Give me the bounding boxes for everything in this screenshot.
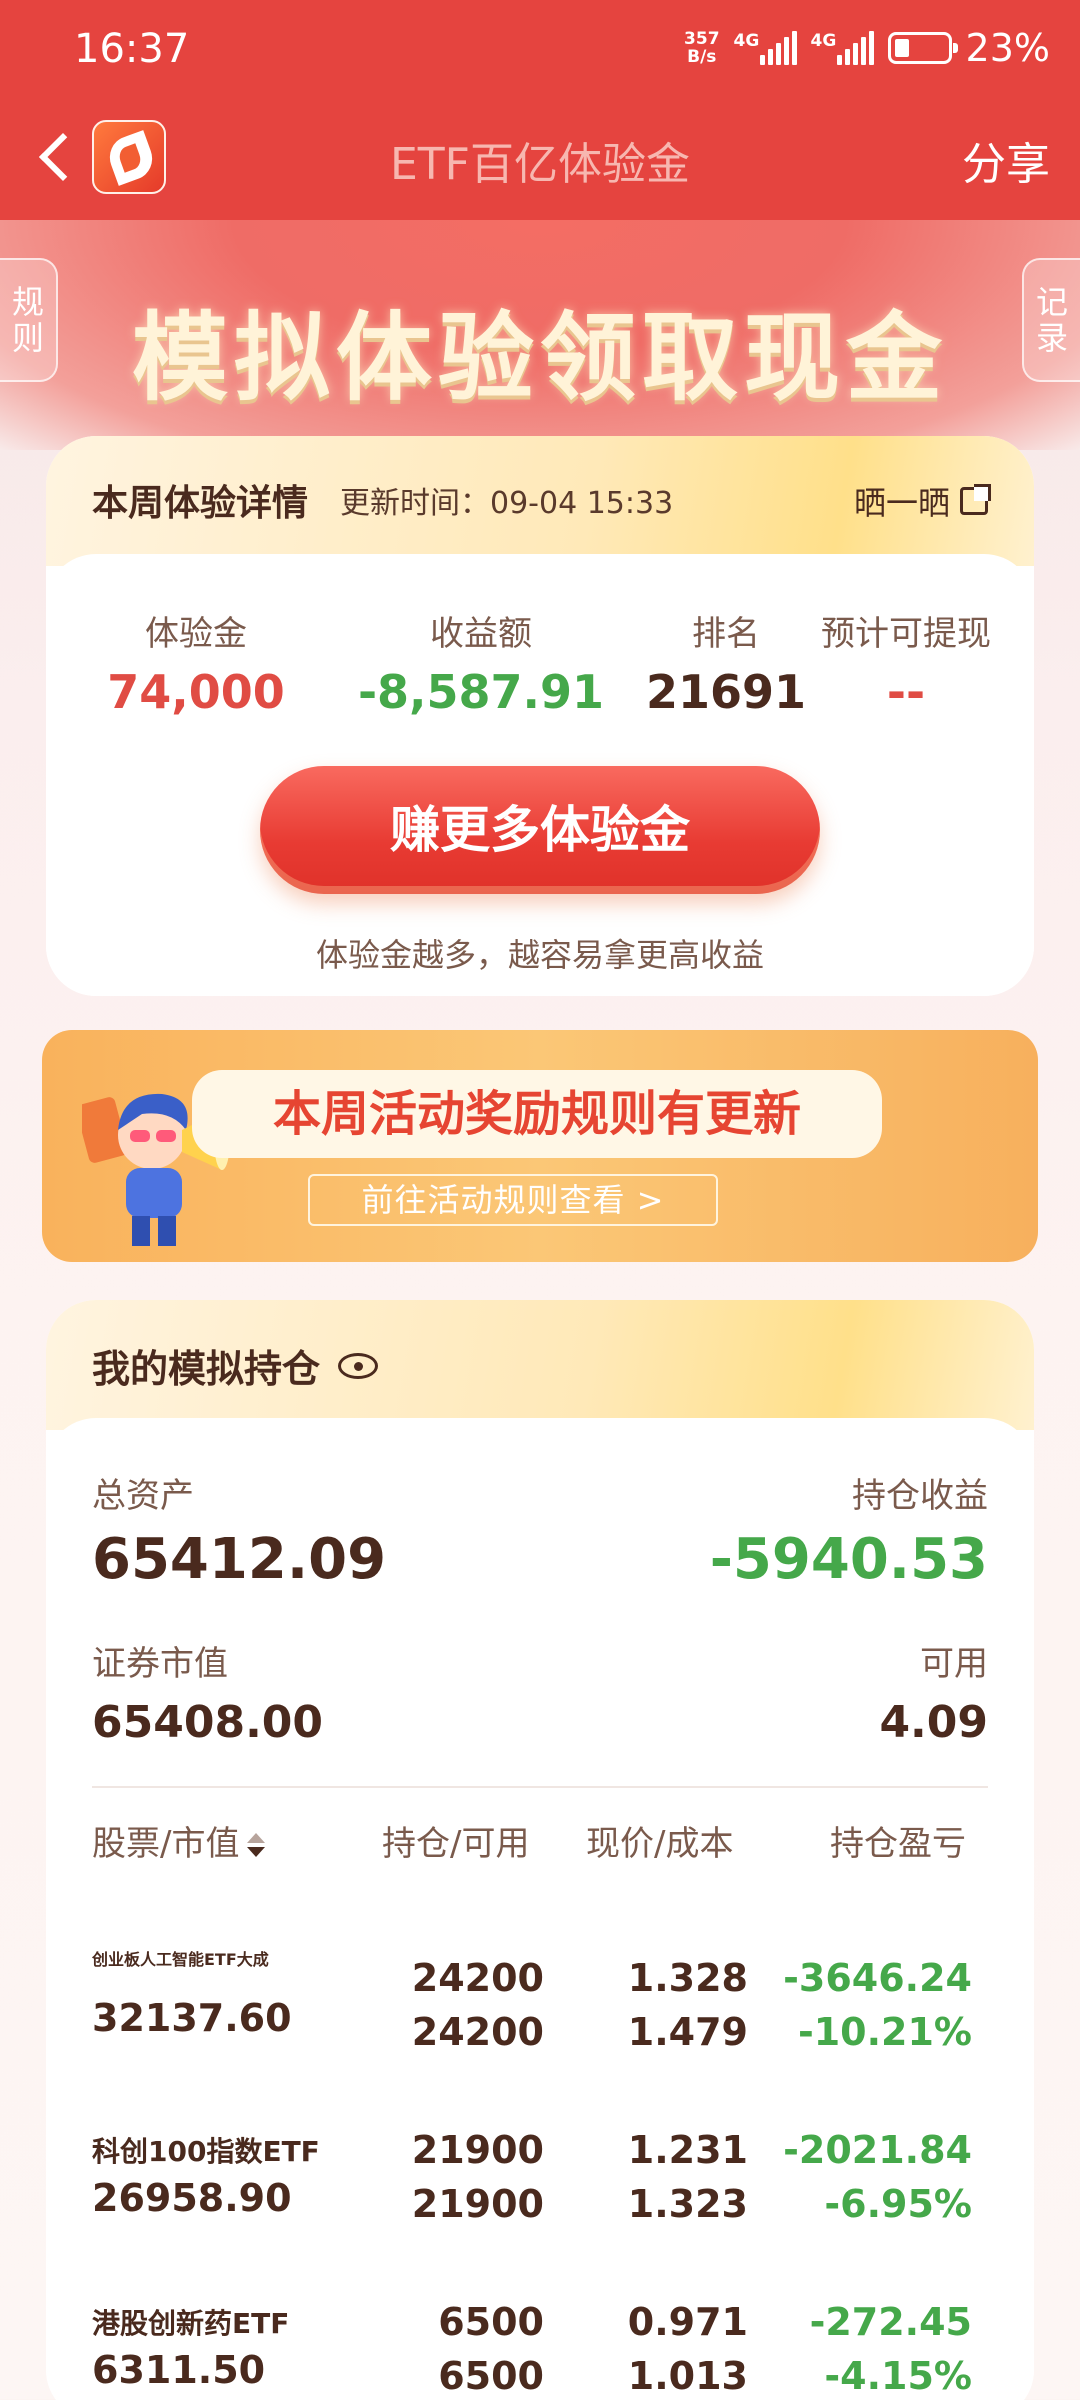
network-speed-value: 357 (684, 29, 720, 49)
status-bar: 16:37 357 B/s 4G 4G 23% (0, 0, 1080, 100)
holding-cost: 1.013 (627, 2354, 748, 2398)
available-value: 4.09 (879, 1697, 988, 1748)
stat-value: 74,000 (107, 665, 285, 719)
week-detail-card: 本周体验详情 更新时间：09-04 15:33 晒一晒 体验金 74,000 收… (46, 436, 1034, 996)
share-button[interactable]: 分享 (962, 128, 1050, 192)
sort-icon[interactable] (245, 1831, 267, 1861)
holding-price: 1.231 (627, 2128, 748, 2172)
col-header-position: 持仓/可用 (382, 1824, 530, 1864)
hero-banner: 模拟体验领取现金 (0, 220, 1080, 450)
stat-label: 收益额 (430, 614, 532, 654)
stat-value: -- (886, 665, 926, 719)
holdings-header: 我的模拟持仓 (46, 1300, 1034, 1430)
total-assets: 总资产 65412.09 (92, 1468, 386, 1592)
earn-more-button[interactable]: 赚更多体验金 (260, 766, 820, 894)
total-assets-label: 总资产 (92, 1476, 194, 1516)
eye-icon[interactable] (338, 1352, 379, 1379)
available-label: 可用 (920, 1644, 988, 1684)
available-funds: 可用 4.09 (879, 1636, 988, 1748)
holding-market-value: 32137.60 (92, 1996, 292, 2040)
holding-name: 创业板人工智能ETF大成 (92, 1950, 269, 1969)
holdings-title: 我的模拟持仓 (92, 1338, 379, 1393)
holding-cost: 1.479 (627, 2010, 748, 2054)
rules-update-banner[interactable]: 本周活动奖励规则有更新 前往活动规则查看 > (42, 1030, 1038, 1262)
stat-profit: 收益额 -8,587.91 (356, 606, 606, 719)
holding-position: 6500 (438, 2300, 544, 2344)
show-off-button[interactable]: 晒一晒 (853, 478, 991, 524)
holding-market-value: 6311.50 (92, 2348, 266, 2392)
network-speed-unit: B/s (687, 47, 717, 67)
stat-value: 21691 (646, 665, 807, 719)
divider (92, 1786, 988, 1788)
holding-price: 0.971 (627, 2300, 748, 2344)
holding-available: 6500 (438, 2354, 544, 2398)
securities-market-value: 证券市值 65408.00 (92, 1636, 323, 1748)
signal-icon-1: 4G (734, 31, 797, 65)
page-title: ETF百亿体验金 (390, 139, 690, 190)
earn-tip: 体验金越多，越容易拿更高收益 (315, 936, 764, 974)
update-time-label: 更新时间： (340, 486, 490, 521)
signal-2-label: 4G (810, 31, 837, 51)
stat-value: -8,587.91 (357, 665, 605, 719)
market-value-label: 证券市值 (92, 1644, 228, 1684)
holding-row[interactable]: 科创100指数ETF 26958.90 21900 21900 1.231 1.… (46, 2102, 1034, 2272)
holding-name: 科创100指数ETF (92, 2135, 320, 2168)
rules-tab[interactable]: 规则 (0, 258, 58, 382)
holding-name: 港股创新药ETF (92, 2307, 290, 2340)
week-detail-title: 本周体验详情 (92, 483, 309, 524)
holding-cost: 1.323 (627, 2182, 748, 2226)
col-header-profit: 持仓盈亏 (830, 1824, 966, 1864)
records-tab[interactable]: 记录 (1022, 258, 1080, 382)
view-rules-link[interactable]: 前往活动规则查看 > (308, 1174, 718, 1226)
holding-pnl-pct: -4.15% (824, 2354, 972, 2398)
update-time-value: 09-04 15:33 (490, 486, 674, 521)
holding-pnl-label: 持仓收益 (852, 1476, 988, 1516)
holding-pnl: 持仓收益 -5940.53 (710, 1468, 988, 1592)
signal-icon-2: 4G (811, 31, 874, 65)
holding-price: 1.328 (627, 1956, 748, 2000)
holdings-title-text: 我的模拟持仓 (92, 1347, 321, 1391)
holding-available: 24200 (411, 2010, 544, 2054)
status-time: 16:37 (74, 26, 190, 72)
rules-update-headline: 本周活动奖励规则有更新 (192, 1070, 882, 1158)
col-header-stock[interactable]: 股票/市值 (92, 1816, 267, 1865)
stat-experience-funds: 体验金 74,000 (96, 606, 296, 719)
network-speed: 357 B/s (684, 30, 720, 66)
holding-pnl: -272.45 (809, 2300, 972, 2344)
signal-1-label: 4G (733, 31, 760, 51)
battery-percent: 23% (965, 26, 1050, 70)
holdings-card: 我的模拟持仓 总资产 65412.09 持仓收益 -5940.53 证券市值 6… (46, 1300, 1034, 2400)
nav-bar: ETF百亿体验金 分享 (0, 100, 1080, 220)
show-off-label: 晒一晒 (853, 484, 950, 522)
stat-label: 排名 (692, 614, 760, 654)
holding-pnl: -3646.24 (783, 1956, 972, 2000)
holding-pnl-pct: -6.95% (824, 2182, 972, 2226)
stat-withdrawable: 预计可提现 -- (806, 606, 1006, 719)
stat-rank: 排名 21691 (646, 606, 806, 719)
col-header-price: 现价/成本 (586, 1824, 734, 1864)
market-value-value: 65408.00 (92, 1697, 324, 1748)
total-assets-value: 65412.09 (92, 1527, 387, 1592)
holdings-body: 总资产 65412.09 持仓收益 -5940.53 证券市值 65408.00… (46, 1418, 1034, 2400)
banner-title: 模拟体验领取现金 (132, 302, 948, 414)
holding-market-value: 26958.90 (92, 2176, 292, 2220)
battery-icon (887, 32, 958, 64)
holding-pnl-pct: -10.21% (797, 2010, 972, 2054)
holding-pnl-value: -5940.53 (709, 1527, 988, 1592)
col-header-stock-label: 股票/市值 (92, 1824, 240, 1864)
status-icons: 357 B/s 4G 4G 23% (684, 26, 1050, 70)
update-time: 更新时间：09-04 15:33 (340, 478, 673, 522)
week-detail-header: 本周体验详情 更新时间：09-04 15:33 晒一晒 (46, 436, 1034, 566)
holding-position: 24200 (411, 1956, 544, 2000)
stat-label: 体验金 (145, 614, 247, 654)
holding-position: 21900 (411, 2128, 544, 2172)
holding-row[interactable]: 港股创新药ETF 6311.50 6500 6500 0.971 1.013 -… (46, 2274, 1034, 2400)
external-link-icon (960, 484, 991, 515)
holding-available: 21900 (411, 2182, 544, 2226)
holding-row[interactable]: 创业板人工智能ETF大成 32137.60 24200 24200 1.328 … (46, 1930, 1034, 2100)
holding-pnl: -2021.84 (783, 2128, 972, 2172)
stat-label: 预计可提现 (821, 614, 991, 654)
